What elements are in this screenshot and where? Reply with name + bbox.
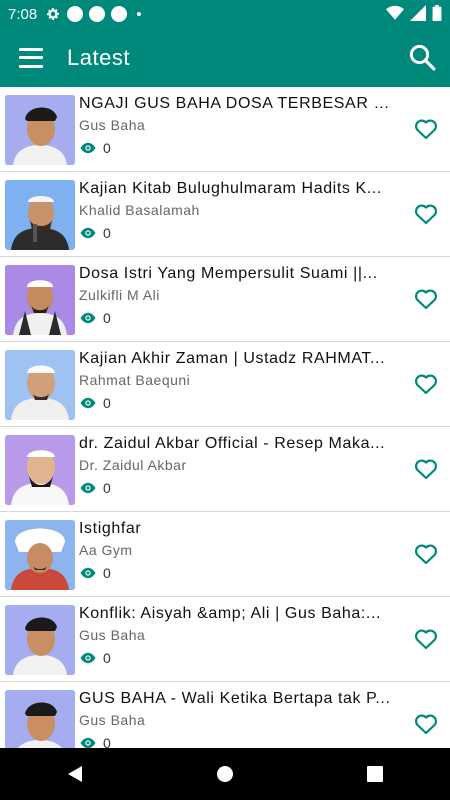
item-views: 0 (79, 650, 397, 666)
item-title: Dosa Istri Yang Mempersulit Suami ||... (79, 265, 378, 282)
item-author: Gus Baha (79, 117, 146, 133)
status-time: 7:08 (8, 5, 38, 23)
signal-icon (410, 5, 426, 21)
heart-icon[interactable] (414, 288, 438, 310)
heart-icon[interactable] (414, 543, 438, 565)
list-item[interactable]: Istighfar Aa Gym 0 (0, 512, 450, 597)
video-list: NGAJI GUS BAHA DOSA TERBESAR SEO... Gus … (0, 87, 450, 748)
video-thumbnail (5, 520, 75, 590)
heart-icon[interactable] (414, 118, 438, 140)
recents-button[interactable] (355, 754, 395, 794)
item-views: 0 (79, 140, 397, 156)
view-count: 0 (103, 395, 111, 411)
video-thumbnail (5, 435, 75, 505)
view-count: 0 (103, 140, 111, 156)
item-views: 0 (79, 735, 397, 748)
eye-icon (80, 142, 96, 154)
item-title: GUS BAHA - Wali Ketika Bertapa tak P... (79, 690, 391, 707)
eye-icon (80, 737, 96, 748)
heart-icon[interactable] (414, 628, 438, 650)
list-item[interactable]: GUS BAHA - Wali Ketika Bertapa tak P... … (0, 682, 450, 748)
more-notifications-icon (137, 12, 142, 16)
view-count: 0 (103, 565, 111, 581)
item-title: Kajian Akhir Zaman | Ustadz RAHMAT... (79, 350, 386, 367)
notification-dot-icon (67, 6, 84, 22)
search-icon[interactable] (407, 42, 437, 72)
view-count: 0 (103, 650, 111, 666)
recents-square-icon (367, 766, 383, 782)
app-bar: Latest (0, 28, 450, 87)
view-count: 0 (103, 735, 111, 748)
item-author: Rahmat Baequni (79, 372, 191, 388)
home-button[interactable] (205, 754, 245, 794)
item-title: dr. Zaidul Akbar Official - Resep Maka..… (79, 435, 386, 452)
item-views: 0 (79, 395, 397, 411)
eye-icon (80, 567, 96, 579)
item-title: Konflik: Aisyah &amp; Ali | Gus Baha:... (79, 605, 382, 622)
item-views: 0 (79, 480, 397, 496)
eye-icon (80, 482, 96, 494)
system-navigation-bar (0, 748, 450, 800)
view-count: 0 (103, 225, 111, 241)
list-item[interactable]: Dosa Istri Yang Mempersulit Suami ||... … (0, 257, 450, 342)
view-count: 0 (103, 480, 111, 496)
back-triangle-icon (68, 766, 82, 782)
video-thumbnail (5, 605, 75, 675)
heart-icon[interactable] (414, 203, 438, 225)
video-thumbnail (5, 265, 75, 335)
status-notification-icons (45, 6, 142, 22)
item-author: Zulkifli M Ali (79, 287, 160, 303)
item-title: Istighfar (79, 520, 142, 537)
list-item[interactable]: Konflik: Aisyah &amp; Ali | Gus Baha:...… (0, 597, 450, 682)
item-views: 0 (79, 225, 397, 241)
video-thumbnail (5, 350, 75, 420)
item-title: Kajian Kitab Bulughulmaram Hadits K... (79, 180, 382, 197)
status-bar: 7:08 (0, 0, 450, 28)
item-author: Gus Baha (79, 712, 146, 728)
list-item[interactable]: Kajian Akhir Zaman | Ustadz RAHMAT... Ra… (0, 342, 450, 427)
view-count: 0 (103, 310, 111, 326)
video-thumbnail (5, 180, 75, 250)
list-item[interactable]: Kajian Kitab Bulughulmaram Hadits K... K… (0, 172, 450, 257)
status-system-icons (386, 5, 442, 21)
item-title: NGAJI GUS BAHA DOSA TERBESAR SEO... (79, 95, 397, 112)
item-views: 0 (79, 565, 397, 581)
eye-icon (80, 312, 96, 324)
settings-icon (47, 8, 60, 20)
heart-icon[interactable] (414, 713, 438, 735)
list-item[interactable]: NGAJI GUS BAHA DOSA TERBESAR SEO... Gus … (0, 87, 450, 172)
wifi-icon (386, 5, 404, 20)
item-author: Aa Gym (79, 542, 133, 558)
page-title: Latest (67, 44, 130, 70)
video-thumbnail (5, 95, 75, 165)
back-button[interactable] (55, 754, 95, 794)
menu-icon[interactable] (19, 47, 43, 68)
item-author: Khalid Basalamah (79, 202, 200, 218)
list-item[interactable]: dr. Zaidul Akbar Official - Resep Maka..… (0, 427, 450, 512)
item-author: Dr. Zaidul Akbar (79, 457, 187, 473)
eye-icon (80, 227, 96, 239)
battery-icon (432, 5, 442, 21)
notification-dot-icon (111, 6, 128, 22)
video-thumbnail (5, 690, 75, 748)
item-author: Gus Baha (79, 627, 146, 643)
eye-icon (80, 652, 96, 664)
eye-icon (80, 397, 96, 409)
heart-icon[interactable] (414, 373, 438, 395)
home-circle-icon (217, 766, 233, 782)
heart-icon[interactable] (414, 458, 438, 480)
item-views: 0 (79, 310, 397, 326)
notification-dot-icon (89, 6, 106, 22)
